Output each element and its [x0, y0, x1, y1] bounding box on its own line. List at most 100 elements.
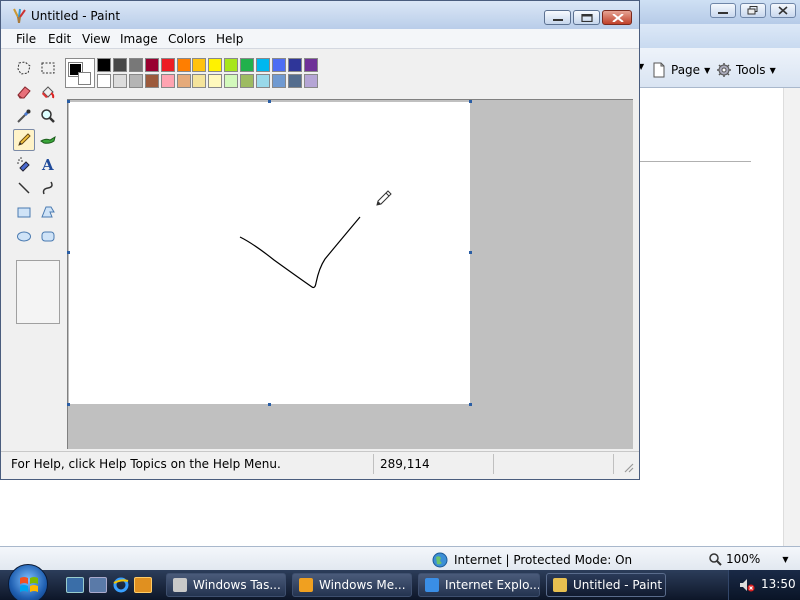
current-colors[interactable]: [65, 58, 95, 88]
close-button[interactable]: [602, 10, 632, 25]
background-color[interactable]: [78, 72, 91, 85]
color-swatch[interactable]: [256, 58, 270, 72]
clock[interactable]: 13:50: [761, 577, 796, 591]
color-swatch[interactable]: [176, 58, 191, 72]
menu-view[interactable]: View: [82, 32, 110, 46]
color-swatch[interactable]: [303, 74, 318, 88]
free-form-select-tool[interactable]: [13, 57, 35, 79]
drawing-canvas[interactable]: [69, 102, 470, 404]
color-swatch[interactable]: [208, 74, 223, 88]
internet-explorer-icon[interactable]: [112, 577, 130, 593]
pick-color-tool[interactable]: [13, 105, 35, 127]
line-tool[interactable]: [13, 177, 35, 199]
color-swatch[interactable]: [144, 58, 159, 72]
taskbar-button-paint[interactable]: Untitled - Paint: [546, 573, 666, 597]
color-swatch[interactable]: [192, 74, 207, 88]
ie-logo-icon: [113, 577, 129, 593]
resize-handle[interactable]: [268, 403, 271, 406]
ellipse-tool[interactable]: [13, 225, 35, 247]
airbrush-icon: [17, 157, 30, 172]
volume-muted-icon[interactable]: [739, 578, 755, 592]
menu-bar: File Edit View Image Colors Help: [1, 29, 639, 49]
color-swatch[interactable]: [112, 74, 127, 88]
color-swatch[interactable]: [303, 58, 318, 72]
text-tool[interactable]: A: [37, 153, 59, 175]
paint-title-bar[interactable]: Untitled - Paint: [1, 1, 639, 29]
tool-options-box[interactable]: [16, 260, 60, 324]
maximize-button[interactable]: [573, 10, 600, 25]
page-menu-button[interactable]: Page ▼: [651, 62, 710, 78]
browser-scrollbar[interactable]: [783, 88, 800, 546]
menu-colors[interactable]: Colors: [168, 32, 206, 46]
browser-close-button[interactable]: [770, 3, 796, 18]
paint-app-icon: [13, 8, 26, 23]
eraser-icon: [17, 86, 31, 99]
color-swatch[interactable]: [256, 74, 270, 88]
airbrush-tool[interactable]: [13, 153, 35, 175]
color-swatch[interactable]: [271, 58, 286, 72]
select-tool[interactable]: [37, 57, 59, 79]
color-swatch[interactable]: [128, 58, 143, 72]
menu-edit[interactable]: Edit: [48, 32, 71, 46]
switch-windows-icon[interactable]: [89, 577, 107, 593]
tools-menu-button[interactable]: Tools ▼: [716, 62, 776, 78]
browser-status-bar: Internet | Protected Mode: On 100% ▼: [0, 546, 800, 570]
curve-tool[interactable]: [37, 177, 59, 199]
color-swatch[interactable]: [240, 58, 255, 72]
rounded-rectangle-tool[interactable]: [37, 225, 59, 247]
show-desktop-icon[interactable]: [66, 577, 84, 593]
color-swatch[interactable]: [224, 58, 239, 72]
eraser-tool[interactable]: [13, 81, 35, 103]
status-separator: [373, 454, 374, 474]
security-zone[interactable]: Internet | Protected Mode: On: [432, 552, 632, 568]
menu-image[interactable]: Image: [120, 32, 158, 46]
color-swatch[interactable]: [240, 74, 255, 88]
polygon-tool[interactable]: [37, 201, 59, 223]
menu-help[interactable]: Help: [216, 32, 243, 46]
color-swatch[interactable]: [271, 74, 286, 88]
paint-bucket-icon: [42, 86, 55, 99]
color-swatch[interactable]: [192, 58, 207, 72]
media-player-icon[interactable]: [134, 577, 152, 593]
taskbar-button-internet-explorer[interactable]: Internet Explo...: [418, 573, 540, 597]
curve-icon: [42, 181, 53, 195]
color-swatch[interactable]: [287, 58, 302, 72]
rectangle-tool[interactable]: [13, 201, 35, 223]
brush-tool[interactable]: [37, 129, 59, 151]
pencil-icon: [18, 133, 31, 146]
pencil-tool[interactable]: [13, 129, 35, 151]
minimize-icon: [718, 12, 728, 14]
resize-handle[interactable]: [469, 403, 472, 406]
color-swatch[interactable]: [176, 74, 191, 88]
color-swatch[interactable]: [224, 74, 239, 88]
resize-handle[interactable]: [469, 251, 472, 254]
color-swatch[interactable]: [144, 74, 159, 88]
color-swatch[interactable]: [112, 58, 127, 72]
resize-handle: [67, 403, 70, 406]
magnifier-tool[interactable]: [37, 105, 59, 127]
color-swatch[interactable]: [208, 58, 223, 72]
browser-restore-button[interactable]: [740, 3, 766, 18]
internet-explorer-icon: [425, 578, 439, 592]
taskbar-button-media-player[interactable]: Windows Me...: [292, 573, 412, 597]
color-palette: [1, 49, 639, 97]
browser-minimize-button[interactable]: [710, 3, 736, 18]
color-swatch[interactable]: [160, 58, 175, 72]
color-swatch[interactable]: [128, 74, 143, 88]
minimize-button[interactable]: [544, 10, 571, 25]
zoom-control[interactable]: 100% ▼: [708, 552, 788, 566]
color-swatch[interactable]: [160, 74, 175, 88]
tools-menu-label: Tools: [736, 63, 766, 77]
minimize-icon: [553, 19, 563, 21]
resize-handle: [67, 251, 70, 254]
fill-with-color-tool[interactable]: [37, 81, 59, 103]
color-swatch[interactable]: [97, 74, 111, 88]
resize-grip-icon[interactable]: [623, 462, 635, 474]
menu-file[interactable]: File: [16, 32, 36, 46]
color-swatch[interactable]: [97, 58, 111, 72]
drawn-stroke: [239, 216, 361, 289]
page-icon: [653, 62, 665, 78]
taskbar-button-task-manager[interactable]: Windows Tas...: [166, 573, 286, 597]
color-swatch[interactable]: [287, 74, 302, 88]
start-button[interactable]: [8, 564, 48, 600]
